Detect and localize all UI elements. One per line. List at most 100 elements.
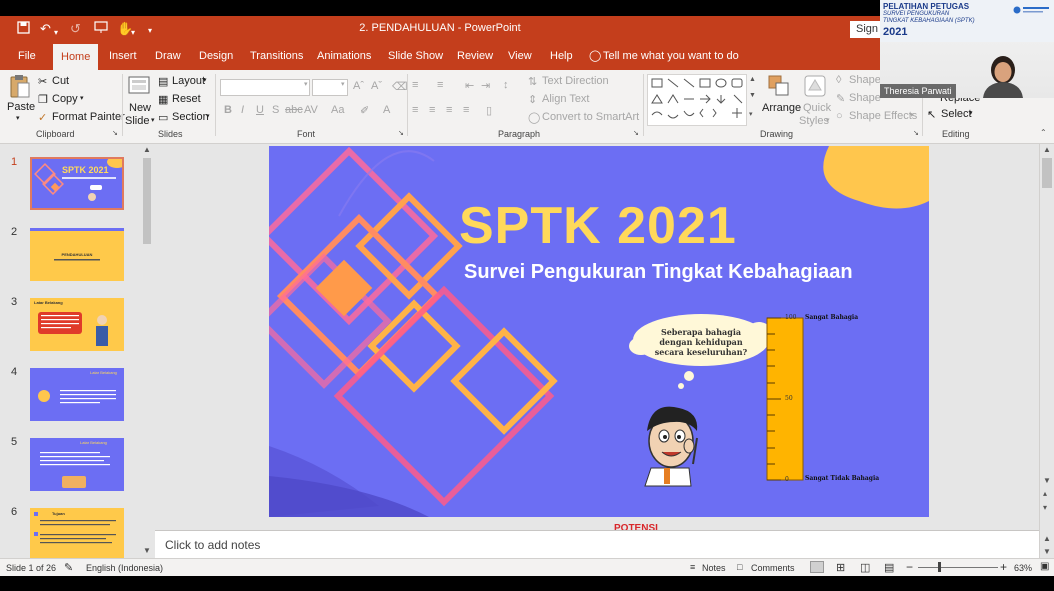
slide-thumbnail-3[interactable]: Latar Belakang <box>30 298 124 351</box>
new-slide-label-2[interactable]: Slide <box>125 115 149 127</box>
increase-font-icon[interactable]: Aˆ <box>353 80 364 92</box>
scroll-thumb[interactable] <box>143 158 151 244</box>
thumbnail-scrollbar[interactable]: ▲ ▼ <box>141 144 153 558</box>
zoom-slider-thumb[interactable] <box>938 562 941 572</box>
tell-me-search[interactable]: Tell me what you want to do <box>603 42 739 70</box>
shape-fill-button[interactable]: Shape <box>849 74 881 86</box>
zoom-level[interactable]: 63% <box>1014 563 1032 573</box>
slide-thumbnail-6[interactable]: Tujuan <box>30 508 124 558</box>
collapse-ribbon-icon[interactable]: ⌃ <box>1040 128 1047 137</box>
scroll-down-icon[interactable]: ▼ <box>143 546 151 555</box>
reading-view-icon[interactable]: ◫ <box>860 561 870 574</box>
zoom-in-icon[interactable]: + <box>1000 560 1007 574</box>
columns-icon[interactable]: ▯ <box>486 104 492 117</box>
tab-help[interactable]: Help <box>550 42 573 70</box>
slide-thumbnail-1[interactable]: SPTK 2021 <box>30 157 124 210</box>
select-button[interactable]: Select <box>941 108 972 120</box>
clipboard-launcher-icon[interactable]: ↘ <box>112 129 118 137</box>
tab-draw[interactable]: Draw <box>155 42 181 70</box>
tab-review[interactable]: Review <box>457 42 493 70</box>
new-slide-dropdown-icon[interactable]: ▾ <box>151 116 155 124</box>
drawing-launcher-icon[interactable]: ↘ <box>913 129 919 137</box>
quick-styles-label-2[interactable]: Styles <box>799 115 829 127</box>
numbering-icon[interactable]: ≡ <box>437 79 443 91</box>
zoom-slider-track[interactable] <box>918 567 998 568</box>
new-slide-label-1[interactable]: New <box>129 102 151 114</box>
text-direction-button[interactable]: Text Direction <box>542 75 609 87</box>
clear-format-icon[interactable]: ⌫ <box>392 80 408 93</box>
slide-canvas[interactable]: SPTK 2021 Survei Pengukuran Tingkat Keba… <box>269 146 929 517</box>
notes-button[interactable]: Notes <box>702 563 726 573</box>
scroll-up-icon[interactable]: ▲ <box>143 145 151 154</box>
font-size-dropdown-icon[interactable]: ▾ <box>341 80 345 88</box>
quick-styles-icon[interactable] <box>803 74 827 103</box>
change-case-button[interactable]: Aa <box>331 104 344 116</box>
layout-button[interactable]: Layout <box>172 75 205 87</box>
bold-button[interactable]: B <box>224 104 232 116</box>
paste-button[interactable]: Paste <box>7 101 35 113</box>
next-slide-icon[interactable]: ▾ <box>1043 503 1047 512</box>
line-spacing-icon[interactable]: ↕ <box>503 79 509 91</box>
increase-indent-icon[interactable]: ⇥ <box>481 79 490 92</box>
layout-dropdown-icon[interactable]: ▾ <box>203 76 207 84</box>
language-indicator[interactable]: English (Indonesia) <box>86 563 163 573</box>
font-launcher-icon[interactable]: ↘ <box>398 129 404 137</box>
shapes-gallery[interactable] <box>647 74 747 126</box>
align-center-icon[interactable]: ≡ <box>429 104 435 116</box>
convert-smartart-button[interactable]: Convert to SmartArt <box>542 111 639 123</box>
underline-button[interactable]: U <box>256 104 264 116</box>
scroll-thumb[interactable] <box>1042 158 1052 188</box>
tab-file[interactable]: File <box>18 42 36 70</box>
font-name-dropdown-icon[interactable]: ▾ <box>304 80 308 88</box>
spellcheck-icon[interactable]: ✎ <box>64 561 73 574</box>
format-painter-button[interactable]: Format Painter <box>52 111 125 123</box>
char-spacing-button[interactable]: AV <box>304 104 318 116</box>
slide-counter[interactable]: Slide 1 of 26 <box>6 563 56 573</box>
tab-animations[interactable]: Animations <box>317 42 371 70</box>
paragraph-launcher-icon[interactable]: ↘ <box>633 129 639 137</box>
align-text-button[interactable]: Align Text <box>542 93 590 105</box>
comments-button[interactable]: Comments <box>751 563 795 573</box>
copy-button[interactable]: Copy <box>52 93 78 105</box>
font-name-input[interactable] <box>220 79 310 96</box>
slide-thumbnail-4[interactable]: Latar Belakang <box>30 368 124 421</box>
normal-view-icon[interactable] <box>810 561 824 573</box>
arrange-icon[interactable] <box>767 74 791 103</box>
decrease-indent-icon[interactable]: ⇤ <box>465 79 474 92</box>
quick-styles-dropdown-icon[interactable]: ▾ <box>826 116 830 124</box>
paste-dropdown-icon[interactable]: ▾ <box>16 114 20 122</box>
select-dropdown-icon[interactable]: ▾ <box>969 109 973 117</box>
align-left-icon[interactable]: ≡ <box>412 104 418 116</box>
shape-outline-button[interactable]: Shape <box>849 92 881 104</box>
cut-button[interactable]: Cut <box>52 75 69 87</box>
slide-scrollbar[interactable]: ▲ ▼ ▴ ▾ ▲ ▼ <box>1039 144 1054 558</box>
zoom-out-icon[interactable]: − <box>906 560 913 574</box>
notes-scroll-up-icon[interactable]: ▲ <box>1043 534 1051 543</box>
previous-slide-icon[interactable]: ▴ <box>1043 489 1047 498</box>
scroll-up-icon[interactable]: ▲ <box>1043 145 1051 154</box>
slide-subtitle[interactable]: Survei Pengukuran Tingkat Kebahagiaan <box>464 261 853 284</box>
gallery-down-icon[interactable]: ▼ <box>749 92 756 99</box>
tab-transitions[interactable]: Transitions <box>250 42 303 70</box>
notes-placeholder[interactable]: Click to add notes <box>165 538 260 552</box>
tab-insert[interactable]: Insert <box>109 42 137 70</box>
shadow-button[interactable]: S <box>272 104 279 116</box>
section-button[interactable]: Section <box>172 111 209 123</box>
slide-thumbnail-5[interactable]: Latar Belakang <box>30 438 124 491</box>
justify-icon[interactable]: ≡ <box>463 104 469 116</box>
shape-effects-dropdown-icon[interactable]: ▾ <box>910 111 914 119</box>
arrange-button[interactable]: Arrange <box>762 102 801 114</box>
fit-to-window-icon[interactable]: ▣ <box>1040 561 1049 572</box>
italic-button[interactable]: I <box>241 104 244 116</box>
align-right-icon[interactable]: ≡ <box>446 104 452 116</box>
reset-button[interactable]: Reset <box>172 93 201 105</box>
font-color-button[interactable]: A <box>383 104 390 116</box>
copy-dropdown-icon[interactable]: ▾ <box>80 94 84 102</box>
bullets-icon[interactable]: ≡ <box>412 79 418 91</box>
tab-design[interactable]: Design <box>199 42 233 70</box>
tab-slide-show[interactable]: Slide Show <box>388 42 443 70</box>
new-slide-icon[interactable] <box>128 74 152 103</box>
highlight-icon[interactable]: ✐ <box>360 104 369 117</box>
gallery-up-icon[interactable]: ▲ <box>749 76 756 83</box>
tab-view[interactable]: View <box>508 42 532 70</box>
